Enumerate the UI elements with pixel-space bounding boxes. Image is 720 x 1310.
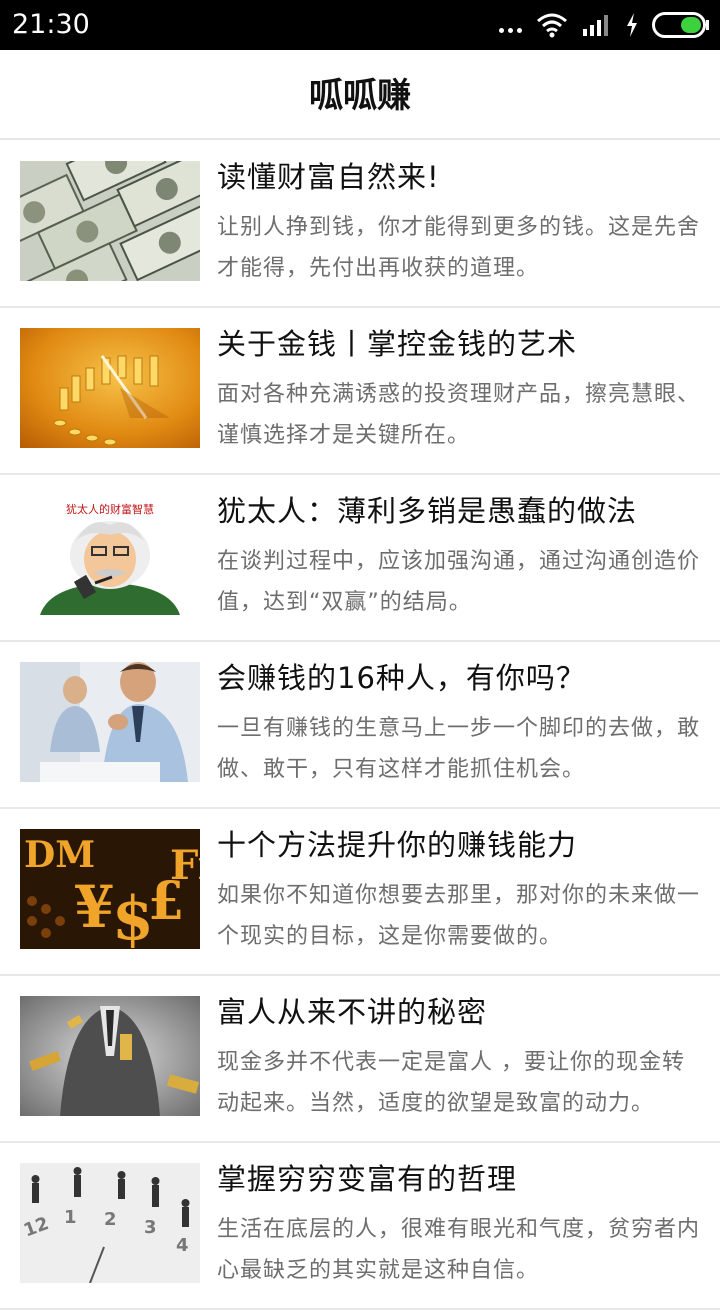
page-title: 呱呱赚 xyxy=(309,76,411,116)
article-item[interactable]: 会赚钱的16种人，有你吗？ 一旦有赚钱的生意马上一步一个脚印的去做，敢做、敢干，… xyxy=(0,642,720,809)
jewish-wealth-cartoon-image: 犹太人的财富智慧 xyxy=(20,495,200,615)
article-description: 面对各种充满诱惑的投资理财产品，擦亮慧眼、谨慎选择才是关键所在。 xyxy=(217,382,701,448)
svg-text:Fr: Fr xyxy=(170,842,200,889)
svg-text:2: 2 xyxy=(104,1209,117,1230)
app-header: 呱呱赚 xyxy=(0,50,720,140)
article-list[interactable]: 读懂财富自然来! 让别人挣到钱，你才能得到更多的钱。这是先舍才能得，先付出再收获… xyxy=(0,141,720,1310)
article-description: 如果你不知道你想要去那里，那对你的未来做一个现实的目标，这是你需要做的。 xyxy=(217,883,701,949)
article-item[interactable]: 12 1 2 3 4 掌握穷穷变富有的哲理 生活在底层的人，很难有眼光和气度，贫… xyxy=(0,1143,720,1310)
status-time: 21:30 xyxy=(12,9,90,40)
svg-text:DM: DM xyxy=(24,834,95,876)
gold-coin-clock-image xyxy=(20,328,200,448)
article-item[interactable]: DM ¥ $ £ Fr 十个方法提升你的赚钱能力 如果你不知道你想要去那里，那对… xyxy=(0,809,720,976)
svg-text:4: 4 xyxy=(176,1235,189,1256)
article-title: 会赚钱的16种人，有你吗？ xyxy=(217,661,586,695)
more-dots-icon xyxy=(499,17,522,33)
article-title: 十个方法提升你的赚钱能力 xyxy=(217,828,578,862)
svg-text:1: 1 xyxy=(64,1207,77,1228)
article-item[interactable]: 犹太人的财富智慧 犹太人：薄利多销是愚蠢的做法 在谈判过程中，应该加强沟通，通过… xyxy=(0,475,720,642)
wifi-icon xyxy=(537,13,567,38)
article-item[interactable]: 读懂财富自然来! 让别人挣到钱，你才能得到更多的钱。这是先舍才能得，先付出再收获… xyxy=(0,141,720,308)
currency-symbols-image: DM ¥ $ £ Fr xyxy=(20,829,200,949)
svg-text:¥: ¥ xyxy=(74,873,114,941)
article-title: 犹太人：薄利多销是愚蠢的做法 xyxy=(217,494,638,528)
businessman-gold-bars-image xyxy=(20,996,200,1116)
charging-icon xyxy=(627,13,637,37)
status-icons xyxy=(499,10,710,40)
article-description: 在谈判过程中，应该加强沟通，通过沟通创造价值，达到“双赢”的结局。 xyxy=(217,549,701,615)
article-description: 让别人挣到钱，你才能得到更多的钱。这是先舍才能得，先付出再收获的道理。 xyxy=(217,215,701,281)
signal-icon xyxy=(583,15,608,36)
svg-text:3: 3 xyxy=(144,1217,157,1238)
article-title: 掌握穷穷变富有的哲理 xyxy=(217,1162,518,1196)
clock-figures-image: 12 1 2 3 4 xyxy=(20,1163,200,1283)
article-description: 一旦有赚钱的生意马上一步一个脚印的去做，敢做、敢干，只有这样才能抓住机会。 xyxy=(217,716,701,782)
article-description: 生活在底层的人，很难有眼光和气度，贫穷者内心最缺乏的其实就是这种自信。 xyxy=(217,1217,701,1283)
office-men-image xyxy=(20,662,200,782)
article-description: 现金多并不代表一定是富人 ，要让你的现金转动起来。当然，适度的欲望是致富的动力。 xyxy=(217,1050,685,1116)
article-title: 富人从来不讲的秘密 xyxy=(217,995,488,1029)
article-item[interactable]: 富人从来不讲的秘密 现金多并不代表一定是富人 ，要让你的现金转动起来。当然，适度… xyxy=(0,976,720,1143)
thumbnail-caption: 犹太人的财富智慧 xyxy=(66,502,154,516)
status-bar: 21:30 xyxy=(0,0,720,50)
battery-icon xyxy=(652,12,709,38)
article-title: 读懂财富自然来! xyxy=(217,160,440,194)
article-title: 关于金钱丨掌控金钱的艺术 xyxy=(217,327,578,361)
article-item[interactable]: 关于金钱丨掌控金钱的艺术 面对各种充满诱惑的投资理财产品，擦亮慧眼、谨慎选择才是… xyxy=(0,308,720,475)
dollar-bills-image xyxy=(20,161,200,281)
